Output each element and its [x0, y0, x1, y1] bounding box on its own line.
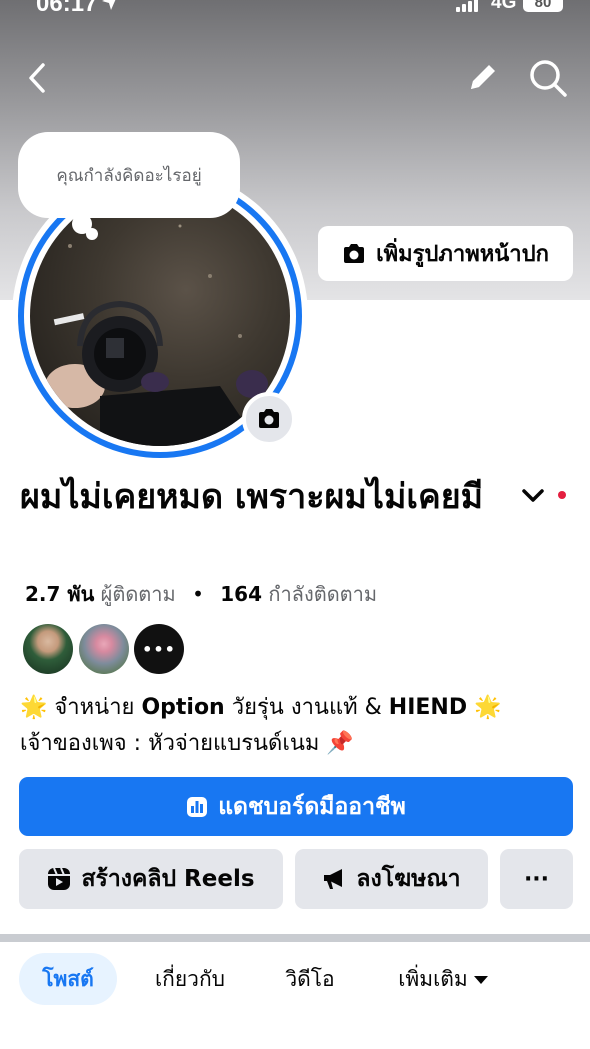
tab-label: เกี่ยวกับ: [154, 966, 226, 991]
pin-emoji: 📌: [326, 731, 354, 756]
tab-label: วิดีโอ: [285, 966, 335, 991]
thought-bubble-tail-small: [86, 228, 98, 240]
caret-down-icon: [473, 976, 488, 984]
bio-line-1: 🌟 จำหน่าย Option วัยรุ่น งานแท้ & HIEND …: [20, 690, 580, 726]
camera-icon: [259, 409, 279, 428]
reels-icon: [48, 867, 71, 890]
tab-about[interactable]: เกี่ยวกับ: [138, 953, 242, 1005]
tab-label: เพิ่มเติม: [398, 966, 468, 991]
megaphone-icon: [324, 869, 343, 889]
more-options-button[interactable]: ···: [500, 849, 573, 909]
status-bar: 06:17 4G 80: [0, 0, 590, 20]
profile-bio: 🌟 จำหน่าย Option วัยรุ่น งานแท้ & HIEND …: [20, 690, 580, 762]
change-avatar-camera-button[interactable]: [242, 392, 296, 446]
bio-bold: Option: [141, 695, 225, 720]
advertise-label: ลงโฆษณา: [356, 866, 461, 892]
back-arrow-icon[interactable]: [22, 60, 52, 96]
battery-level: 80: [534, 0, 552, 11]
location-arrow-icon: [102, 0, 116, 10]
bio-text: วัยรุ่น งานแท้ &: [224, 695, 389, 720]
section-divider: [0, 934, 590, 942]
profile-name: ผมไม่เคยหมด เพราะผมไม่เคยมี: [20, 477, 484, 517]
tab-posts[interactable]: โพสต์: [19, 953, 117, 1005]
notification-dot: [558, 491, 566, 499]
followers-count: 2.7 พัน: [25, 582, 95, 606]
thought-bubble[interactable]: คุณกำลังคิดอะไรอยู่: [18, 132, 240, 218]
chevron-down-icon[interactable]: [520, 486, 546, 506]
pencil-icon[interactable]: [464, 58, 502, 96]
following-count: 164: [220, 582, 262, 606]
professional-dashboard-button[interactable]: แดชบอร์ดมืออาชีพ: [19, 777, 573, 836]
tab-videos[interactable]: วิดีโอ: [268, 953, 352, 1005]
more-friends-button[interactable]: •••: [134, 624, 184, 674]
status-time: 06:17: [36, 0, 98, 17]
network-type: 4G: [491, 0, 517, 13]
add-cover-photo-button[interactable]: เพิ่มรูปภาพหน้าปก: [318, 226, 573, 281]
create-reels-button[interactable]: สร้างคลิป Reels: [19, 849, 283, 909]
stats-separator: •: [192, 582, 204, 606]
star-emoji: 🌟: [20, 695, 48, 720]
star-emoji: 🌟: [474, 695, 502, 720]
create-reels-label: สร้างคลิป Reels: [81, 866, 255, 892]
bio-bold: HIEND: [388, 695, 468, 720]
tab-more[interactable]: เพิ่มเติม: [380, 953, 506, 1005]
friend-avatar[interactable]: [79, 624, 129, 674]
more-options-dots: ···: [523, 866, 550, 892]
thought-bubble-text: คุณกำลังคิดอะไรอยู่: [56, 165, 202, 186]
bio-text: เจ้าของเพจ : หัวจ่ายแบรนด์เนม: [20, 731, 320, 756]
battery-icon: 80: [523, 0, 563, 12]
friend-avatar[interactable]: [23, 624, 73, 674]
tab-label: โพสต์: [42, 966, 94, 991]
advertise-button[interactable]: ลงโฆษณา: [295, 849, 488, 909]
dashboard-label: แดชบอร์ดมืออาชีพ: [218, 793, 406, 820]
more-friends-dots: •••: [142, 639, 176, 659]
search-icon[interactable]: [528, 58, 568, 98]
followers-label: ผู้ติดตาม: [100, 582, 176, 606]
bio-text: จำหน่าย: [54, 695, 142, 720]
follow-stats[interactable]: 2.7 พัน ผู้ติดตาม • 164 กำลังติดตาม: [25, 578, 377, 610]
signal-icon: [456, 0, 482, 12]
add-cover-label: เพิ่มรูปภาพหน้าปก: [376, 242, 549, 267]
dashboard-icon: [187, 796, 208, 817]
bio-line-2: เจ้าของเพจ : หัวจ่ายแบรนด์เนม 📌: [20, 726, 580, 762]
following-label: กำลังติดตาม: [268, 582, 378, 606]
camera-icon: [344, 243, 365, 263]
